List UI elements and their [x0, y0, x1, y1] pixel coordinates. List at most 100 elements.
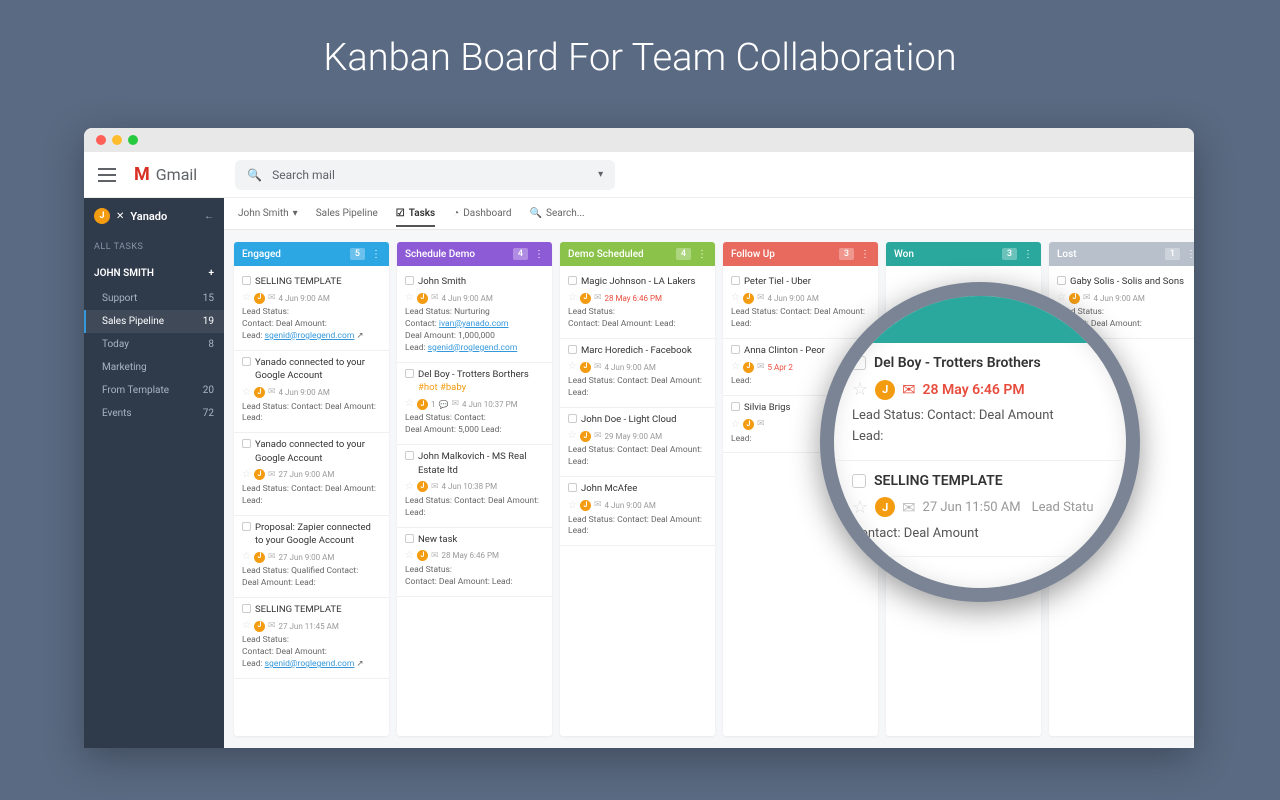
checkbox-icon[interactable]	[731, 345, 740, 354]
avatar-icon: J	[580, 500, 591, 511]
kanban-card[interactable]: Yanado connected to your Google Account …	[234, 433, 389, 515]
column-header[interactable]: Schedule Demo 4 ⋮	[397, 242, 552, 266]
checkbox-icon[interactable]	[731, 402, 740, 411]
card-date: 27 Jun 9:00 AM	[279, 469, 335, 480]
kanban-card[interactable]: Proposal: Zapier connected to your Googl…	[234, 516, 389, 598]
tab-tasks[interactable]: ☑ Tasks	[396, 208, 435, 227]
column-header[interactable]: Lost 1 ⋮	[1049, 242, 1194, 266]
column-header[interactable]: Follow Up 3 ⋮	[723, 242, 878, 266]
chevron-down-icon[interactable]: ▾	[598, 169, 603, 180]
star-icon[interactable]: ☆	[405, 291, 414, 305]
sidebar-item[interactable]: Sales Pipeline19	[84, 310, 224, 333]
column-header[interactable]: Engaged 5 ⋮	[234, 242, 389, 266]
star-icon[interactable]: ☆	[242, 619, 251, 633]
sidebar-user[interactable]: JOHN SMITH +	[84, 260, 224, 287]
kanban-card[interactable]: Del Boy - Trotters Borthers #hot #baby ☆…	[397, 363, 552, 445]
star-icon[interactable]: ☆	[242, 386, 251, 400]
star-icon[interactable]: ☆	[568, 429, 577, 443]
column-cards: John Smith ☆J✉4 Jun 9:00 AM Lead Status:…	[397, 266, 552, 601]
user-avatar-icon[interactable]: J	[94, 208, 110, 224]
checkbox-icon[interactable]	[568, 483, 577, 492]
kanban-card[interactable]: SELLING TEMPLATE ☆J✉4 Jun 9:00 AM Lead S…	[234, 270, 389, 351]
mail-icon: ✉	[268, 469, 276, 482]
checkbox-icon[interactable]	[242, 604, 251, 613]
star-icon[interactable]: ☆	[852, 379, 868, 400]
star-icon[interactable]: ☆	[852, 497, 868, 518]
checkbox-icon[interactable]	[242, 439, 251, 448]
nav-search[interactable]: 🔍 Search...	[530, 208, 585, 219]
kanban-card[interactable]: SELLING TEMPLATE ☆J✉27 Jun 11:45 AM Lead…	[234, 598, 389, 679]
kanban-card[interactable]: John McAfee ☆J✉4 Jun 9:00 AM Lead Status…	[560, 477, 715, 546]
sidebar-item[interactable]: From Template20	[84, 379, 224, 402]
sidebar-item[interactable]: Today8	[84, 333, 224, 356]
star-icon[interactable]: ☆	[405, 397, 414, 411]
kanban-card[interactable]: Peter Tiel - Uber ☆J✉4 Jun 9:00 AM Lead …	[723, 270, 878, 339]
sidebar-section-all[interactable]: ALL TASKS	[84, 234, 224, 260]
kanban-card[interactable]: John Malkovich - MS Real Estate ltd ☆J✉4…	[397, 445, 552, 527]
kanban-card[interactable]: John Doe - Light Cloud ☆J✉29 May 9:00 AM…	[560, 408, 715, 477]
nav-pipeline[interactable]: Sales Pipeline	[316, 208, 378, 219]
card-title: Del Boy - Trotters Borthers #hot #baby	[418, 368, 544, 395]
checkbox-icon[interactable]	[242, 357, 251, 366]
add-icon[interactable]: +	[209, 268, 215, 279]
nav-user[interactable]: John Smith ▾	[238, 208, 298, 219]
checkbox-icon[interactable]	[568, 414, 577, 423]
star-icon[interactable]: ☆	[568, 499, 577, 513]
checkbox-icon[interactable]	[731, 276, 740, 285]
column-header[interactable]: Demo Scheduled 4 ⋮	[560, 242, 715, 266]
star-icon[interactable]: ☆	[242, 550, 251, 564]
search-input[interactable]: 🔍 Search mail ▾	[235, 160, 615, 190]
card-title: New task	[418, 533, 457, 546]
star-icon[interactable]: ☆	[731, 418, 740, 432]
close-icon[interactable]	[96, 135, 106, 145]
star-icon[interactable]: ☆	[568, 291, 577, 305]
star-icon[interactable]: ☆	[731, 291, 740, 305]
checkbox-icon[interactable]	[242, 522, 251, 531]
column-menu-icon[interactable]: ⋮	[371, 249, 381, 260]
checkbox-icon[interactable]	[852, 356, 866, 370]
avatar-icon: J	[743, 419, 754, 430]
gmail-logo[interactable]: M Gmail	[134, 164, 197, 185]
sidebar-item[interactable]: Events72	[84, 402, 224, 425]
kanban-card[interactable]: New task ☆J✉28 May 6:46 PM Lead Status: …	[397, 528, 552, 597]
column-menu-icon[interactable]: ⋮	[860, 249, 870, 260]
kanban-card[interactable]: Marc Horedich - Facebook ☆J✉4 Jun 9:00 A…	[560, 339, 715, 408]
column-count: 5	[350, 248, 365, 260]
maximize-icon[interactable]	[128, 135, 138, 145]
column-menu-icon[interactable]: ⋮	[697, 249, 707, 260]
checkbox-icon[interactable]	[405, 276, 414, 285]
back-arrow-icon[interactable]: ←	[204, 211, 214, 222]
star-icon[interactable]: ☆	[405, 480, 414, 494]
magnifier-card-2[interactable]: SELLING TEMPLATE ☆ J ✉ 27 Jun 11:50 AM L…	[834, 461, 1126, 558]
checkbox-icon[interactable]	[405, 369, 414, 378]
checkbox-icon[interactable]	[1057, 276, 1066, 285]
sidebar-item-label: Events	[102, 408, 132, 419]
column-count: 3	[1002, 248, 1017, 260]
star-icon[interactable]: ☆	[405, 549, 414, 563]
column-header[interactable]: Won 3 ⋮	[886, 242, 1041, 266]
checkbox-icon[interactable]	[568, 345, 577, 354]
sidebar-item[interactable]: Support15	[84, 287, 224, 310]
magnifier-card-1[interactable]: Del Boy - Trotters Brothers ☆ J ✉ 28 May…	[834, 343, 1126, 461]
checkbox-icon[interactable]	[405, 451, 414, 460]
mail-icon: ✉	[431, 481, 439, 494]
kanban-card[interactable]: John Smith ☆J✉4 Jun 9:00 AM Lead Status:…	[397, 270, 552, 363]
column-menu-icon[interactable]: ⋮	[1023, 249, 1033, 260]
column-menu-icon[interactable]: ⋮	[1186, 249, 1194, 260]
kanban-card[interactable]: Magic Johnson - LA Lakers ☆J✉28 May 6:46…	[560, 270, 715, 339]
menu-icon[interactable]	[98, 168, 116, 182]
star-icon[interactable]: ☆	[242, 291, 251, 305]
sidebar-item[interactable]: Marketing	[84, 356, 224, 379]
checkbox-icon[interactable]	[242, 276, 251, 285]
column-menu-icon[interactable]: ⋮	[534, 249, 544, 260]
minimize-icon[interactable]	[112, 135, 122, 145]
star-icon[interactable]: ☆	[731, 360, 740, 374]
checkbox-icon[interactable]	[852, 474, 866, 488]
star-icon[interactable]: ☆	[242, 468, 251, 482]
star-icon[interactable]: ☆	[568, 360, 577, 374]
tab-dashboard[interactable]: ◔ Dashboard	[453, 208, 511, 219]
checkbox-icon[interactable]	[568, 276, 577, 285]
checkbox-icon[interactable]	[405, 534, 414, 543]
kanban-card[interactable]: Yanado connected to your Google Account …	[234, 351, 389, 433]
kanban-column: Demo Scheduled 4 ⋮ Magic Johnson - LA La…	[560, 242, 715, 736]
